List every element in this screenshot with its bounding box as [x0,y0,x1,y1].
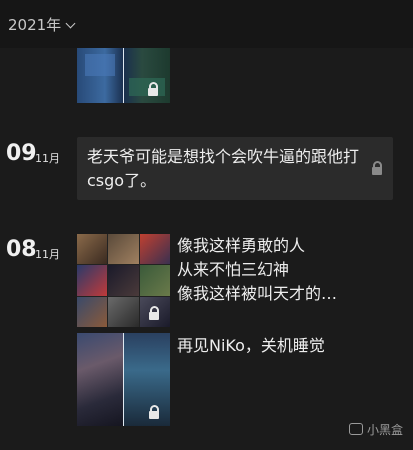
post-text: 老天爷可能是想找个会吹牛逼的跟他打csgo了。 [87,147,360,190]
post-thumbnail[interactable] [77,333,170,426]
post-month: 11月 [35,152,60,165]
post-day: 08 [6,237,37,262]
post-text-line: 像我这样被叫天才的… [177,284,338,303]
post-text: 像我这样勇敢的人 从来不怕三幻神 像我这样被叫天才的… [177,234,397,306]
post-text-line: 从来不怕三幻神 [177,260,290,279]
chevron-down-icon [65,18,76,29]
post-image-grid[interactable] [77,234,170,327]
watermark-text: 小黑盒 [366,423,403,437]
lock-icon [149,306,159,320]
year-label-text: 2021年 [8,16,62,34]
lock-icon [148,82,158,96]
heybox-logo-icon [348,423,363,435]
post-month: 11月 [35,248,60,261]
lock-icon [149,405,159,419]
text-post-card[interactable]: 老天爷可能是想找个会吹牛逼的跟他打csgo了。 [77,137,393,200]
post-thumbnail-top[interactable] [77,48,170,103]
post-text: 再见NiKo，关机睡觉 [177,336,325,355]
post-text-line: 像我这样勇敢的人 [177,236,306,255]
post-day: 09 [6,141,37,166]
watermark: 小黑盒 [348,421,403,438]
year-selector[interactable]: 2021年 [8,14,76,35]
lock-icon [372,161,382,175]
year-header: 2021年 [0,0,413,48]
